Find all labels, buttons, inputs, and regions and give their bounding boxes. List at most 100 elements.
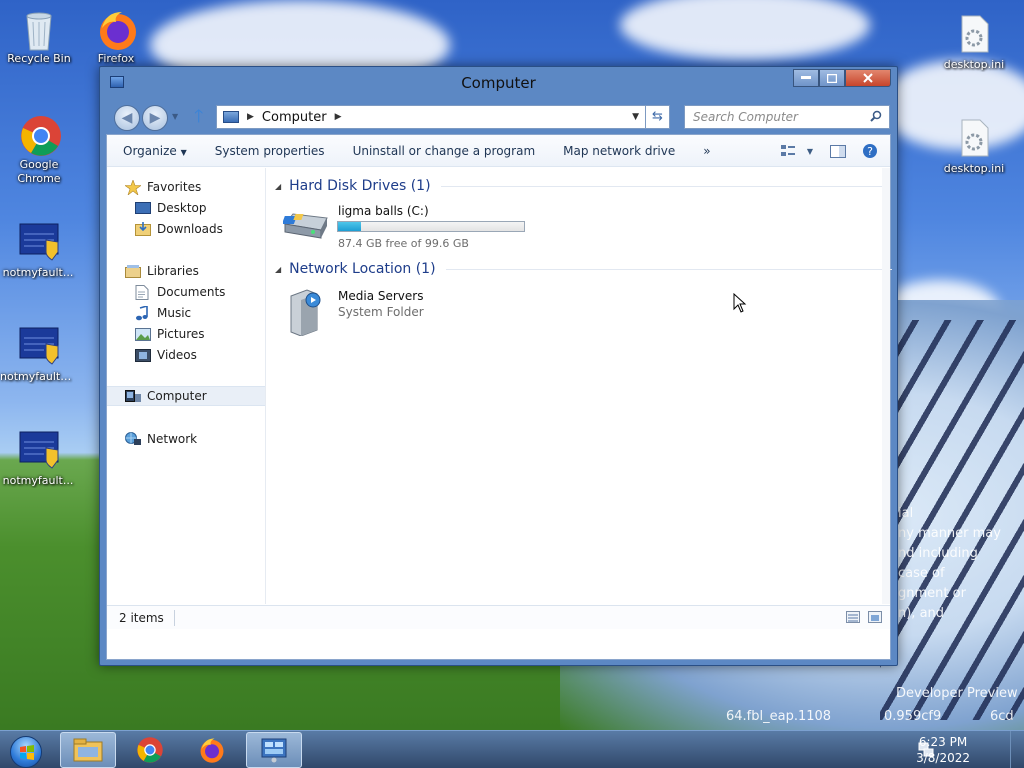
nav-pictures[interactable]: Pictures (135, 324, 205, 344)
command-bar: Organize ▼ System properties Uninstall o… (107, 135, 890, 167)
pictures-icon (135, 327, 151, 341)
network-icon (125, 432, 141, 446)
maximize-button[interactable] (819, 69, 845, 87)
computer-icon (223, 111, 239, 123)
shield-app-icon (18, 430, 59, 470)
desktop-icon-firefox[interactable]: Firefox (78, 8, 154, 66)
network-item-type: System Folder (338, 305, 424, 319)
chrome-icon (137, 737, 163, 763)
taskbar-firefox[interactable] (184, 732, 240, 768)
drive-item-c[interactable]: ligma balls (C:) 87.4 GB free of 99.6 GB (277, 200, 537, 250)
chevron-down-icon: ▼ (806, 146, 814, 156)
close-button[interactable] (845, 69, 891, 87)
watermark-text: 6cd (990, 709, 1014, 724)
system-clock[interactable]: 6:23 PM 3/8/2022 (916, 734, 970, 766)
more-commands-button[interactable]: » (689, 144, 724, 158)
arrow-left-icon: ◀ (121, 110, 133, 126)
up-button[interactable]: 🡑 (194, 107, 212, 127)
nav-libraries[interactable]: Libraries (125, 261, 199, 281)
desktop-icon-chrome[interactable]: Google Chrome (1, 114, 77, 186)
search-icon[interactable] (870, 110, 882, 122)
title-bar[interactable]: Computer (100, 67, 897, 99)
vertical-scroll-track[interactable] (882, 168, 890, 604)
drive-usage-fill (338, 222, 361, 231)
computer-icon[interactable] (110, 76, 124, 88)
desktop-icon-notmyfault-2[interactable]: notmyfault6... (0, 326, 76, 384)
nav-network[interactable]: Network (125, 429, 197, 449)
search-input[interactable]: Search Computer (684, 105, 890, 129)
view-controls: ▼ ? (774, 135, 890, 167)
item-count: 2 items (119, 610, 175, 626)
network-item-media-servers[interactable]: Media Servers System Folder (277, 282, 477, 337)
taskbar-chrome[interactable] (122, 732, 178, 768)
watermark-text: ny manner may (898, 526, 1001, 541)
address-history-dropdown[interactable]: ▼ (632, 112, 639, 122)
shield-app-icon (18, 222, 59, 262)
cloud (620, 0, 870, 60)
media-server-icon (287, 288, 325, 339)
arrow-right-icon: ▶ (149, 110, 161, 126)
star-icon (124, 179, 142, 196)
address-bar[interactable]: ▶ Computer ▶ ▼ (216, 105, 646, 129)
settings-file-icon (954, 118, 994, 158)
drive-usage-bar (337, 221, 525, 232)
explorer-window: Computer ◀ ▶ ▼ 🡑 ▶ Computer ▶ ▼ ⇆ Search (99, 66, 898, 666)
group-header-network-location[interactable]: ◢ Network Location (1) (275, 259, 892, 279)
uninstall-program-button[interactable]: Uninstall or change a program (339, 144, 550, 158)
maximize-icon (827, 73, 837, 83)
desktop-icon-desktop-ini-1[interactable]: desktop.ini (936, 14, 1012, 72)
svg-text:?: ? (867, 145, 873, 158)
minimize-button[interactable] (793, 69, 819, 87)
collapse-triangle-icon[interactable]: ◢ (275, 265, 281, 274)
desktop-icon-desktop-ini-2[interactable]: desktop.ini (936, 118, 1012, 176)
system-properties-button[interactable]: System properties (201, 144, 339, 158)
nav-videos[interactable]: Videos (135, 345, 197, 365)
refresh-icon: ⇆ (652, 109, 663, 124)
breadcrumb-computer[interactable]: Computer (262, 110, 327, 125)
drive-free-space: 87.4 GB free of 99.6 GB (338, 237, 469, 250)
recycle-bin-icon (19, 8, 59, 51)
change-view-button[interactable] (774, 140, 802, 162)
nav-documents[interactable]: Documents (135, 282, 225, 302)
collapse-triangle-icon[interactable]: ◢ (275, 182, 281, 191)
refresh-button[interactable]: ⇆ (646, 105, 670, 129)
nav-music[interactable]: Music (135, 303, 191, 323)
taskbar-control-panel[interactable] (246, 732, 302, 768)
nav-downloads[interactable]: Downloads (135, 219, 223, 239)
shield-app-icon (18, 326, 59, 366)
content-area: Organize ▼ System properties Uninstall o… (106, 134, 892, 660)
music-icon (135, 304, 151, 321)
details-view-button[interactable] (846, 611, 860, 623)
desktop-icon-label: notmyfault... (2, 266, 74, 279)
back-button[interactable]: ◀ (114, 105, 140, 131)
desktop-icon-recycle-bin[interactable]: Recycle Bin (1, 8, 77, 66)
forward-button[interactable]: ▶ (142, 105, 168, 131)
group-header-hard-disk-drives[interactable]: ◢ Hard Disk Drives (1) (275, 176, 889, 196)
map-network-drive-button[interactable]: Map network drive (549, 144, 689, 158)
taskbar-explorer[interactable] (60, 732, 116, 768)
arrow-up-icon: 🡑 (194, 106, 204, 127)
control-panel-icon (261, 738, 287, 763)
recent-pages-dropdown[interactable]: ▼ (172, 112, 178, 121)
show-desktop-button[interactable] (1010, 731, 1024, 768)
desktop-icon-notmyfault-3[interactable]: notmyfault... (0, 430, 76, 488)
start-button[interactable] (6, 733, 46, 768)
breadcrumb-chevron-icon[interactable]: ▶ (335, 112, 342, 122)
view-options-dropdown[interactable]: ▼ (802, 140, 818, 162)
help-button[interactable]: ? (856, 140, 884, 162)
preview-pane-button[interactable] (824, 140, 852, 162)
desktop-icon-notmyfault-1[interactable]: notmyfault... (0, 222, 76, 280)
firefox-icon (200, 738, 224, 763)
chrome-icon (19, 114, 61, 156)
breadcrumb-chevron-icon[interactable]: ▶ (247, 112, 254, 122)
documents-icon (135, 285, 151, 300)
nav-desktop[interactable]: Desktop (135, 198, 207, 218)
nav-favorites[interactable]: Favorites (124, 177, 201, 197)
status-bar: 2 items (107, 605, 890, 629)
large-icons-view-button[interactable] (868, 611, 882, 623)
group-divider (445, 268, 892, 270)
organize-button[interactable]: Organize ▼ (107, 144, 201, 158)
watermark-text: n), and (898, 606, 945, 621)
computer-icon (125, 389, 141, 403)
nav-computer[interactable]: Computer (107, 386, 265, 406)
